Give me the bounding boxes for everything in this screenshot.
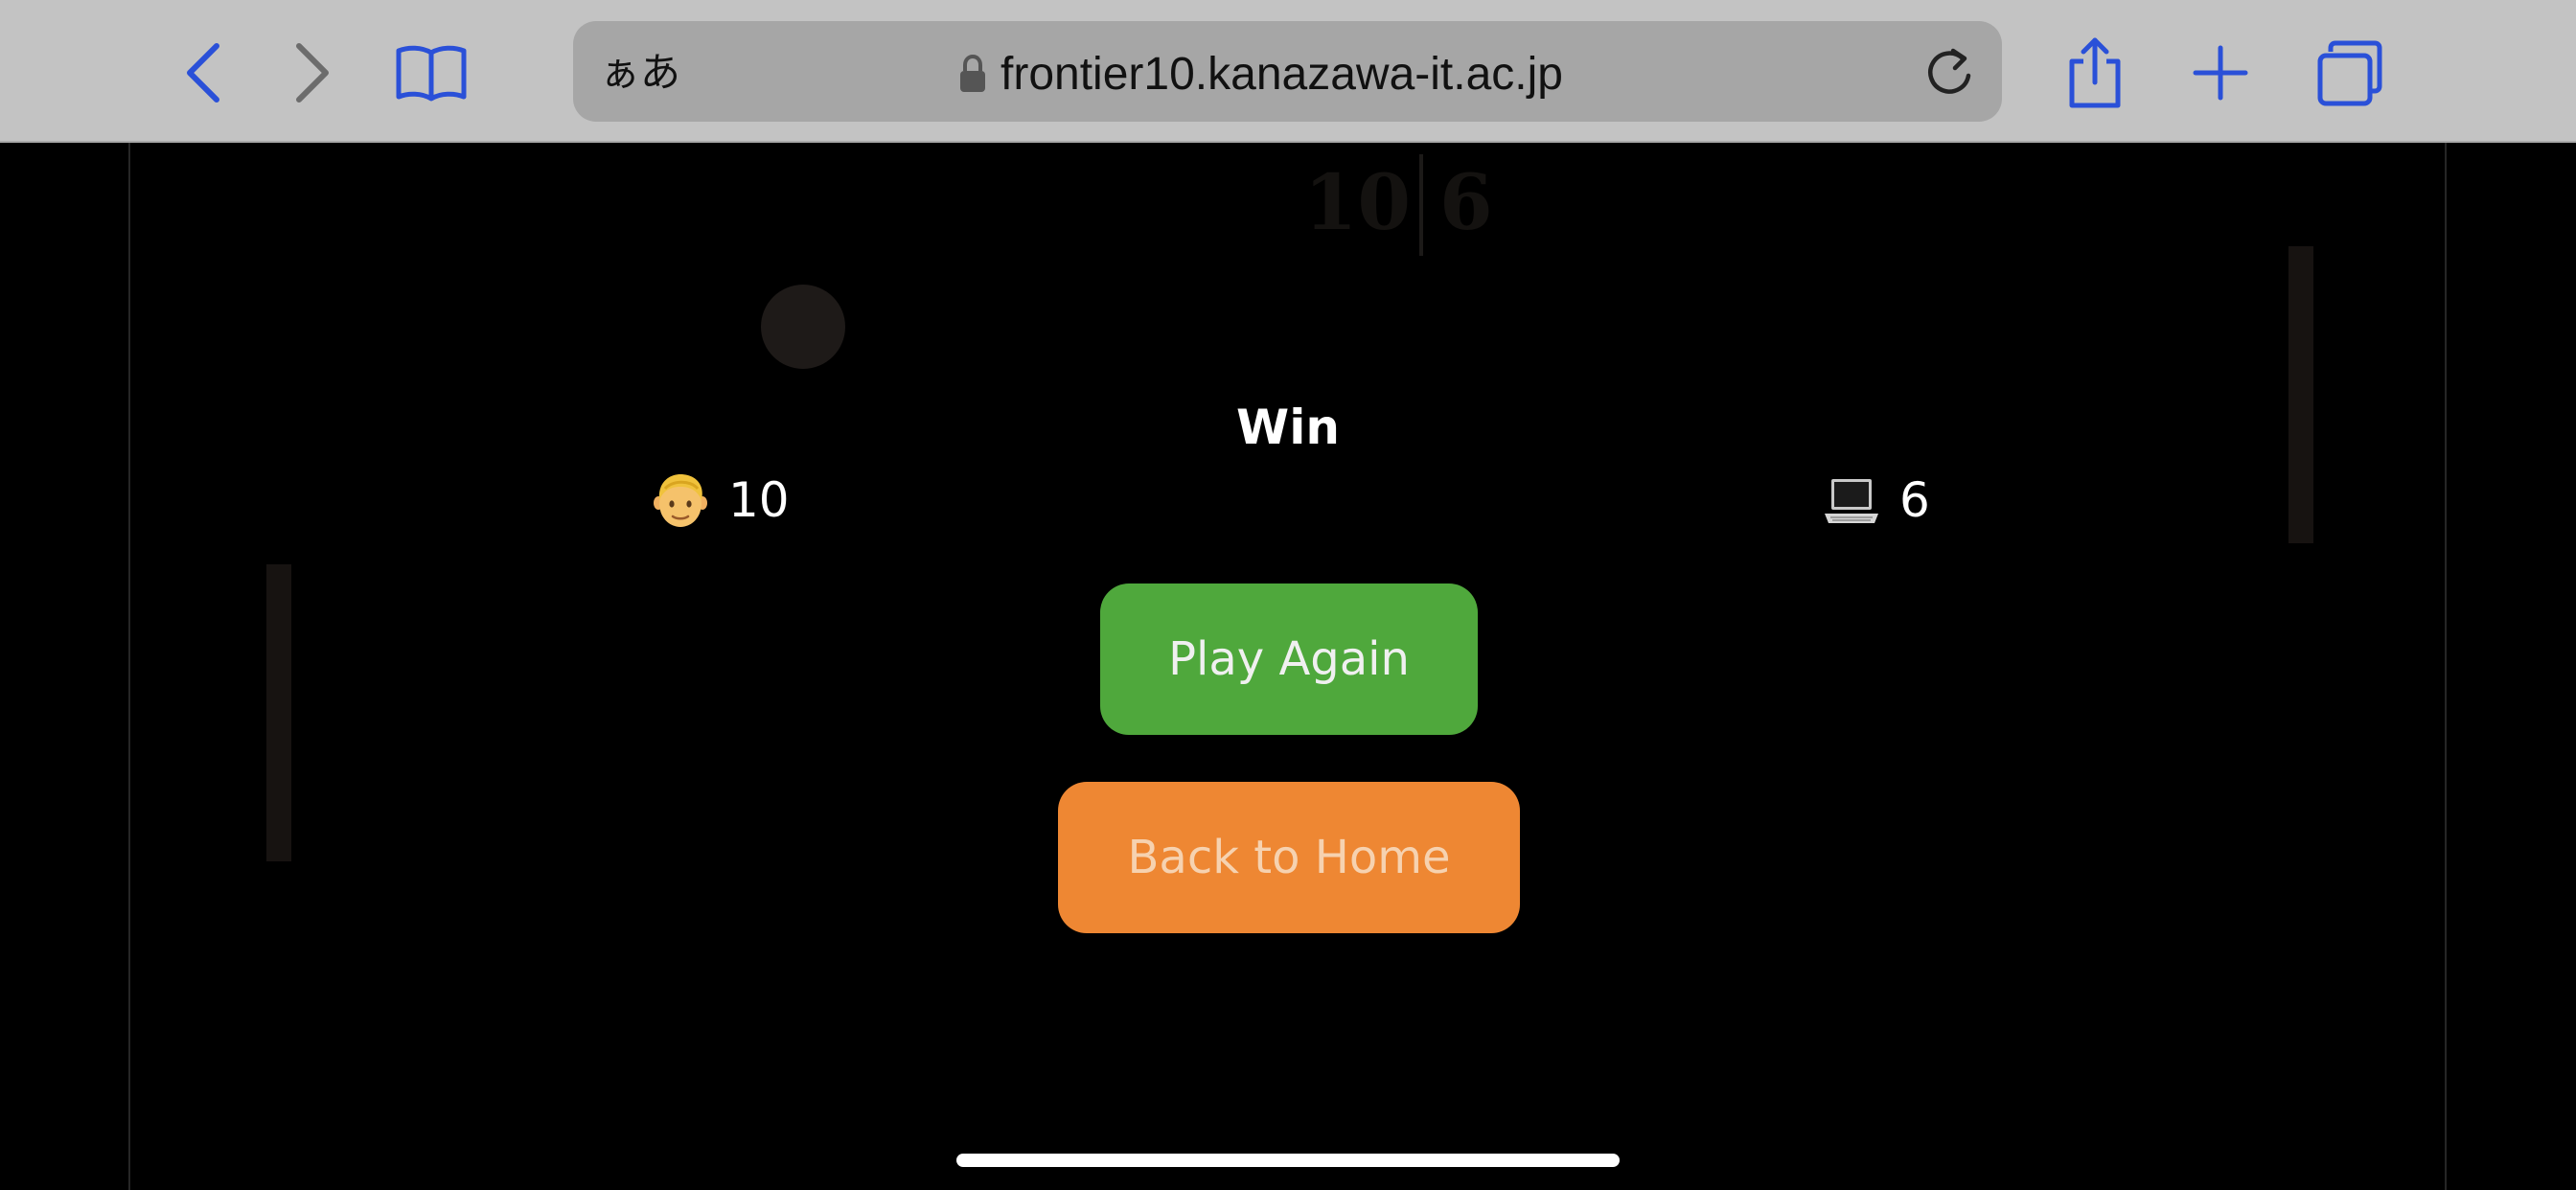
share-button[interactable] [2060, 34, 2129, 111]
tabs-overview-button[interactable] [2313, 38, 2386, 109]
tabs-icon [2317, 40, 2382, 106]
reload-button[interactable] [1920, 40, 1980, 105]
home-indicator[interactable] [956, 1154, 1620, 1167]
cpu-score-value: 6 [1899, 472, 1930, 528]
back-to-home-button[interactable]: Back to Home [1058, 782, 1520, 933]
scoreboard-right-score: 6 [1439, 157, 1493, 247]
ball [761, 285, 845, 369]
result-title: Win [1236, 400, 1340, 455]
forward-button[interactable] [284, 38, 341, 107]
url-display[interactable]: frontier10.kanazawa-it.ac.jp [958, 38, 1563, 109]
player-paddle [266, 564, 291, 861]
chevron-right-icon [296, 43, 329, 103]
cpu-paddle [2288, 246, 2313, 543]
bookmarks-button[interactable] [391, 38, 472, 107]
scoreboard-divider [1419, 154, 1423, 256]
cpu-score: 6 [1823, 467, 1930, 534]
pong-game-area: 10 6 Win 10 6 Play Again Back to Home [128, 143, 2447, 1190]
screen: ぁあ frontier10.kanazawa-it.ac.jp 10 6 Win… [0, 0, 2576, 1190]
player-score-value: 10 [728, 472, 790, 528]
chevron-left-icon [187, 43, 219, 103]
open-book-icon [396, 45, 467, 102]
url-text: frontier10.kanazawa-it.ac.jp [1000, 48, 1563, 100]
new-tab-button[interactable] [2189, 40, 2252, 105]
share-icon [2069, 37, 2121, 108]
man-face-emoji-icon [654, 474, 707, 527]
laptop-emoji-icon [1825, 479, 1878, 523]
scoreboard-left-score: 10 [1303, 157, 1411, 247]
lock-icon [960, 54, 985, 92]
player-score: 10 [652, 467, 790, 534]
reader-settings-button[interactable]: ぁあ [600, 46, 680, 100]
browser-toolbar: ぁあ frontier10.kanazawa-it.ac.jp [0, 0, 2576, 143]
scoreboard: 10 6 [1175, 143, 1673, 258]
back-button[interactable] [174, 38, 232, 107]
play-again-button[interactable]: Play Again [1100, 584, 1478, 735]
plus-icon [2193, 45, 2248, 101]
reload-icon [1928, 48, 1971, 94]
